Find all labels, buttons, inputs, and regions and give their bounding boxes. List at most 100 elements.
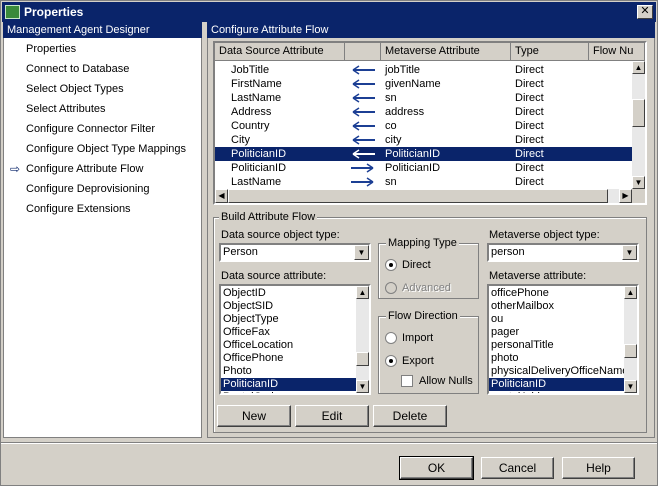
column-header-flow-null[interactable]: Flow Nu [589,43,645,61]
metaverse-attribute-cell: jobTitle [385,64,421,76]
close-icon[interactable]: ✕ [637,5,653,19]
advanced-radio-label: Advanced [402,282,451,294]
sidebar-item[interactable]: Configure Attribute Flow [26,161,143,177]
ds-attribute-item[interactable]: PostalCode [221,391,356,393]
metaverse-attribute-cell: PoliticianID [385,148,441,160]
mv-attribute-item[interactable]: photo [489,352,624,365]
ds-list-scrollbar[interactable]: ▲ ▼ [356,286,369,393]
ds-attribute-list[interactable]: ObjectID ObjectSID ObjectType OfficeFax Offi… [219,284,371,395]
scroll-down-icon[interactable]: ▼ [624,380,637,393]
advanced-radio[interactable] [385,282,397,294]
export-radio-label: Export [402,355,434,367]
horizontal-scroll-thumb[interactable] [228,189,608,203]
export-arrow-icon [351,177,374,187]
table-row[interactable]: PoliticianID PoliticianID Direct [215,147,632,161]
sidebar-item[interactable]: Configure Object Type Mappings [26,141,186,157]
ds-attribute-item[interactable]: Photo [221,365,356,378]
ds-object-type-select[interactable]: Person ▼ [219,243,371,262]
build-attribute-flow-legend: Build Attribute Flow [219,211,318,223]
edit-button[interactable]: Edit [295,405,369,427]
table-row[interactable]: LastName sn Direct [215,91,632,105]
column-header-type[interactable]: Type [511,43,589,61]
sidebar-item[interactable]: Connect to Database [26,61,129,77]
scroll-right-icon[interactable]: ▶ [619,189,632,203]
ds-attribute-item[interactable]: OfficeLocation [221,339,356,352]
sidebar-item[interactable]: Select Attributes [26,101,106,117]
scroll-up-icon[interactable]: ▲ [356,286,369,299]
sidebar-item[interactable]: Configure Extensions [26,201,131,217]
delete-button[interactable]: Delete [373,405,447,427]
mv-object-type-select[interactable]: person ▼ [487,243,639,262]
type-cell: Direct [515,92,544,104]
import-arrow-icon [352,79,375,89]
direct-radio[interactable] [385,259,397,271]
type-cell: Direct [515,78,544,90]
metaverse-attribute-cell: PoliticianID [385,162,441,174]
scroll-left-icon[interactable]: ◀ [215,189,228,203]
mv-attribute-item[interactable]: otherMailbox [489,300,624,313]
new-button[interactable]: New [217,405,291,427]
metaverse-attribute-cell: address [385,106,425,118]
ds-attribute-label: Data source attribute: [221,270,327,282]
mv-list-scrollbar[interactable]: ▲ ▼ [624,286,637,393]
mv-attribute-item[interactable]: postalAddress [489,391,624,393]
table-row[interactable]: LastName sn Direct [215,175,632,189]
grid-vertical-scrollbar[interactable]: ▲ ▼ [632,61,645,189]
content-header: Configure Attribute Flow [207,22,655,39]
column-header-source[interactable]: Data Source Attribute [215,43,345,61]
chevron-down-icon[interactable]: ▼ [354,245,369,260]
scroll-thumb[interactable] [632,99,645,127]
mv-attribute-label: Metaverse attribute: [489,270,587,282]
mv-attribute-item[interactable]: PoliticianID [489,378,624,391]
table-row[interactable]: PoliticianID PoliticianID Direct [215,161,632,175]
sidebar-item[interactable]: Select Object Types [26,81,124,97]
ds-attribute-item[interactable]: ObjectID [221,287,356,300]
metaverse-attribute-cell: sn [385,92,397,104]
scroll-thumb[interactable] [624,344,637,358]
chevron-down-icon[interactable]: ▼ [622,245,637,260]
table-row[interactable]: JobTitle jobTitle Direct [215,63,632,77]
import-arrow-icon [352,135,375,145]
mv-attribute-item[interactable]: personalTitle [489,339,624,352]
mv-attribute-list[interactable]: officePhone otherMailbox ou pager personalTi… [487,284,639,395]
metaverse-attribute-cell: co [385,120,397,132]
scroll-up-icon[interactable]: ▲ [632,61,645,74]
table-row[interactable]: FirstName givenName Direct [215,77,632,91]
column-header-metaverse[interactable]: Metaverse Attribute [381,43,511,61]
ds-attribute-item[interactable]: ObjectType [221,313,356,326]
sidebar-item[interactable]: Configure Connector Filter [26,121,155,137]
sidebar-item[interactable]: Properties [26,41,76,57]
scroll-thumb[interactable] [356,352,369,366]
mv-attribute-item[interactable]: ou [489,313,624,326]
scroll-down-icon[interactable]: ▼ [356,380,369,393]
help-button[interactable]: Help [562,457,635,479]
ds-attribute-item[interactable]: ObjectSID [221,300,356,313]
ok-button[interactable]: OK [399,456,474,480]
column-header-direction[interactable] [345,43,381,61]
mv-attribute-item[interactable]: physicalDeliveryOfficeName [489,365,628,378]
mapping-type-legend: Mapping Type [386,237,459,249]
mv-attribute-item[interactable]: officePhone [489,287,624,300]
scroll-up-icon[interactable]: ▲ [624,286,637,299]
sidebar-item[interactable]: Configure Deprovisioning [26,181,150,197]
grid-horizontal-scrollbar[interactable]: ◀ ▶ [215,189,632,203]
import-arrow-icon [352,121,375,131]
ds-attribute-item[interactable]: OfficeFax [221,326,356,339]
allow-nulls-checkbox[interactable] [401,375,413,387]
table-row[interactable]: Address address Direct [215,105,632,119]
scroll-down-icon[interactable]: ▼ [632,176,645,189]
attribute-flow-grid[interactable]: Data Source Attribute Metaverse Attribut… [213,41,647,205]
table-row[interactable]: Country co Direct [215,119,632,133]
export-arrow-icon [351,163,374,173]
sidebar: Properties Connect to Database Select Obje… [3,38,202,438]
import-radio[interactable] [385,332,397,344]
mv-attribute-item[interactable]: pager [489,326,624,339]
ds-attribute-item[interactable]: OfficePhone [221,352,356,365]
footer-separator [1,442,657,444]
source-attribute-cell: Address [231,106,272,118]
table-row[interactable]: City city Direct [215,133,632,147]
ds-attribute-item[interactable]: PoliticianID [221,378,356,391]
source-attribute-cell: PoliticianID [231,148,287,160]
cancel-button[interactable]: Cancel [481,457,554,479]
export-radio[interactable] [385,355,397,367]
